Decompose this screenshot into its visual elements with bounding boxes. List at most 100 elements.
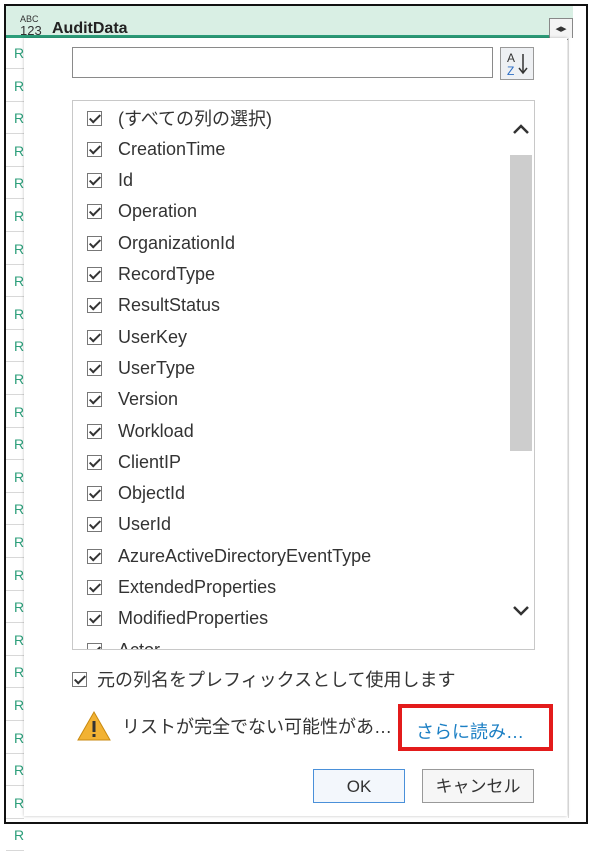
- column-checkbox[interactable]: [87, 392, 102, 408]
- ok-button[interactable]: OK: [313, 769, 405, 803]
- column-label: ObjectId: [118, 483, 186, 504]
- grid-row-cell: R: [6, 103, 24, 135]
- column-label: UserId: [118, 514, 172, 535]
- grid-row-cell: R: [6, 234, 24, 265]
- grid-row-cell: R: [6, 690, 24, 721]
- load-more-highlight: さらに読み…: [398, 704, 553, 751]
- column-checklist-item[interactable]: ClientIP: [87, 449, 181, 475]
- grid-row-cell: R: [6, 38, 24, 69]
- sort-az-button[interactable]: A Z: [500, 47, 534, 80]
- column-checkbox[interactable]: [87, 141, 102, 157]
- column-checkbox[interactable]: [87, 204, 102, 220]
- prefix-label: 元の列名をプレフィックスとして使用します: [97, 670, 456, 690]
- grid-row-cell: R: [6, 331, 24, 363]
- column-checkbox[interactable]: [87, 423, 102, 439]
- warning-text: リストが完全でない可能性があ…: [122, 717, 392, 737]
- grid-row-cell: R: [6, 755, 24, 787]
- prefix-option[interactable]: 元の列名をプレフィックスとして使用します: [72, 666, 456, 692]
- column-checkbox[interactable]: [87, 110, 102, 126]
- prefix-checkbox[interactable]: [72, 671, 87, 687]
- column-checklist-item[interactable]: Actor: [87, 637, 160, 649]
- cancel-button[interactable]: キャンセル: [422, 769, 534, 803]
- column-checkbox[interactable]: [87, 267, 102, 282]
- column-checkbox[interactable]: [87, 235, 102, 251]
- grid-row-cell: R: [6, 494, 24, 526]
- column-checkbox[interactable]: [87, 173, 102, 189]
- grid-row-cell: R: [6, 397, 24, 428]
- grid-row-cell: R: [6, 592, 24, 624]
- grid-row-cell: R: [6, 560, 24, 591]
- any-type-icon[interactable]: ABC 123: [20, 15, 44, 38]
- column-checklist-item[interactable]: Id: [87, 168, 133, 194]
- right-grid-strip: [568, 38, 575, 818]
- column-checklist-item[interactable]: (すべての列の選択): [87, 105, 272, 131]
- column-checklist-item[interactable]: Workload: [87, 418, 194, 444]
- scroll-down-icon[interactable]: [511, 601, 531, 621]
- column-title: AuditData: [52, 20, 128, 37]
- column-checklist-item[interactable]: OrganizationId: [87, 230, 235, 256]
- column-checklist-item[interactable]: CreationTime: [87, 136, 225, 162]
- column-checklist-item[interactable]: ExtendedProperties: [87, 575, 276, 601]
- search-input[interactable]: [72, 47, 493, 78]
- column-checklist[interactable]: (すべての列の選択) CreationTime Id Operation Organiz…: [72, 100, 535, 650]
- column-checklist-item[interactable]: UserId: [87, 512, 171, 538]
- scroll-thumb[interactable]: [510, 155, 532, 451]
- row-prefix-column: RRRRRRRRRRRRRRRRRRRRRRRRR: [6, 38, 26, 851]
- column-checklist-item[interactable]: UserType: [87, 355, 195, 381]
- grid-row-cell: R: [6, 168, 24, 200]
- grid-row-cell: R: [6, 266, 24, 298]
- column-checkbox[interactable]: [87, 611, 102, 627]
- column-label: (すべての列の選択): [118, 109, 273, 129]
- scrollbar[interactable]: [507, 101, 534, 649]
- svg-text:Z: Z: [507, 64, 514, 78]
- column-label: Operation: [118, 201, 198, 222]
- column-checklist-item[interactable]: UserKey: [87, 324, 187, 350]
- sort-az-icon: A Z: [507, 51, 528, 78]
- column-checklist-item[interactable]: ModifiedProperties: [87, 606, 268, 632]
- column-label: Version: [118, 389, 179, 410]
- column-label: RecordType: [118, 264, 216, 284]
- grid-row-cell: R: [6, 788, 24, 819]
- column-checklist-item[interactable]: RecordType: [87, 262, 215, 288]
- grid-row-cell: R: [6, 657, 24, 689]
- column-label: ExtendedProperties: [118, 577, 277, 597]
- column-checkbox[interactable]: [87, 517, 102, 533]
- column-label: Workload: [118, 420, 194, 441]
- column-checklist-item[interactable]: Operation: [87, 199, 197, 225]
- column-checklist-item[interactable]: Version: [87, 387, 178, 413]
- grid-row-cell: R: [6, 71, 24, 102]
- grid-row-cell: R: [6, 299, 24, 330]
- column-checklist-item[interactable]: AzureActiveDirectoryEventType: [87, 543, 371, 569]
- svg-text:A: A: [507, 51, 515, 65]
- column-label: UserKey: [118, 326, 188, 347]
- warning-icon: [77, 710, 111, 741]
- column-checkbox[interactable]: [87, 298, 102, 314]
- column-checkbox[interactable]: [87, 580, 102, 595]
- incomplete-list-warning: リストが完全でない可能性があ…: [76, 710, 392, 742]
- column-checklist-item[interactable]: ObjectId: [87, 481, 185, 507]
- expand-column-icon[interactable]: ◂▸: [549, 18, 573, 40]
- grid-row-cell: R: [6, 136, 24, 167]
- column-label: ClientIP: [118, 451, 182, 472]
- load-more-link[interactable]: さらに読み…: [416, 718, 524, 744]
- column-checkbox[interactable]: [87, 642, 102, 649]
- grid-row-cell: R: [6, 723, 24, 754]
- column-label: ModifiedProperties: [118, 608, 269, 629]
- column-header[interactable]: ABC 123 AuditData ◂▸: [6, 6, 573, 40]
- column-label: ResultStatus: [118, 295, 221, 316]
- grid-row-cell: R: [6, 462, 24, 493]
- column-checkbox[interactable]: [87, 486, 102, 502]
- column-checkbox[interactable]: [87, 329, 102, 345]
- column-checklist-item[interactable]: ResultStatus: [87, 293, 220, 319]
- expand-columns-dialog: A Z (すべての列の選択) CreationTime Id Operation Org…: [24, 38, 567, 816]
- grid-row-cell: R: [6, 527, 24, 558]
- column-checkbox[interactable]: [87, 548, 102, 564]
- scroll-up-icon[interactable]: [511, 119, 531, 139]
- column-label: AzureActiveDirectoryEventType: [118, 545, 372, 566]
- column-checkbox[interactable]: [87, 360, 102, 376]
- grid-row-cell: R: [6, 625, 24, 656]
- column-checkbox[interactable]: [87, 454, 102, 470]
- grid-row-cell: R: [6, 820, 24, 851]
- column-label: OrganizationId: [118, 232, 236, 253]
- grid-row-cell: R: [6, 201, 24, 232]
